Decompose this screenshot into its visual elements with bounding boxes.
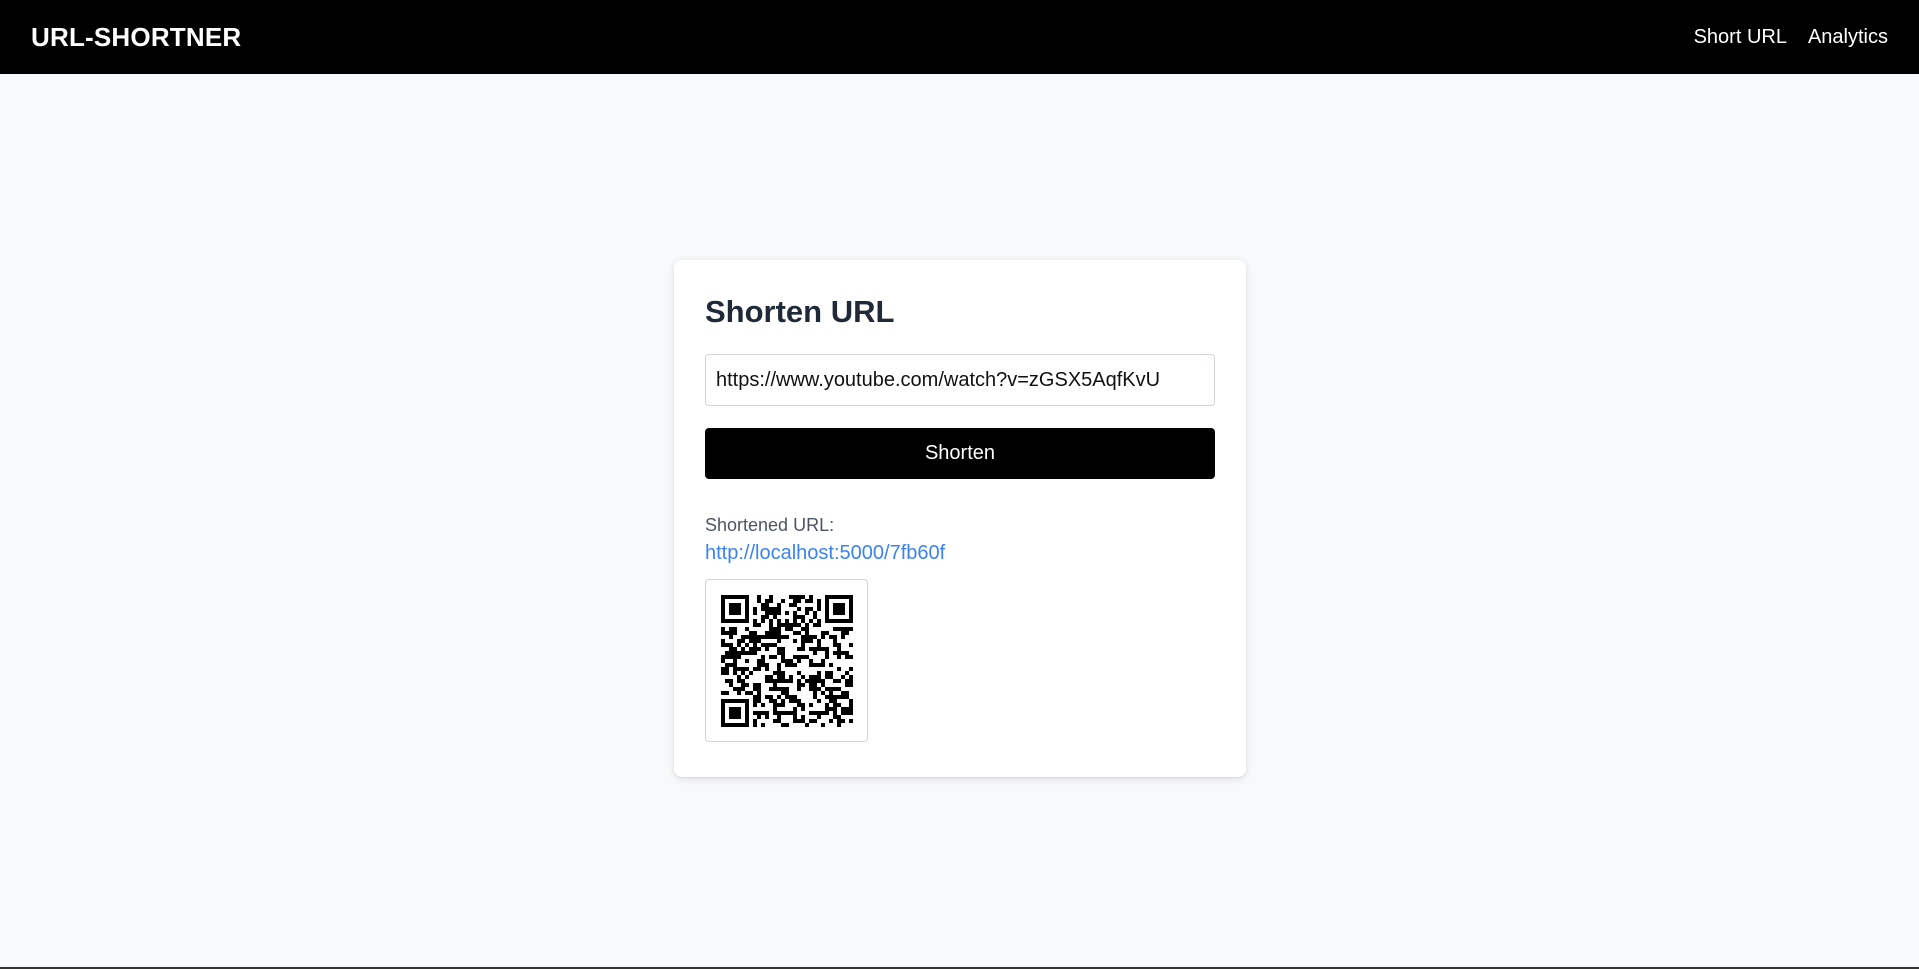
url-input[interactable] xyxy=(705,354,1215,406)
shorten-button[interactable]: Shorten xyxy=(705,428,1215,479)
shorten-card: Shorten URL Shorten Shortened URL: http:… xyxy=(674,260,1246,777)
top-navbar: URL-SHORTNER Short URL Analytics xyxy=(0,0,1919,74)
nav-links: Short URL Analytics xyxy=(1694,26,1888,49)
nav-link-analytics[interactable]: Analytics xyxy=(1808,26,1888,49)
qr-code-icon xyxy=(720,594,853,727)
qr-code-box xyxy=(705,579,868,742)
nav-link-short-url[interactable]: Short URL xyxy=(1694,26,1787,49)
shortened-url-link[interactable]: http://localhost:5000/7fb60f xyxy=(705,542,945,565)
brand-logo[interactable]: URL-SHORTNER xyxy=(31,22,241,53)
page-title: Shorten URL xyxy=(705,294,895,329)
shortened-url-label: Shortened URL: xyxy=(705,515,835,535)
